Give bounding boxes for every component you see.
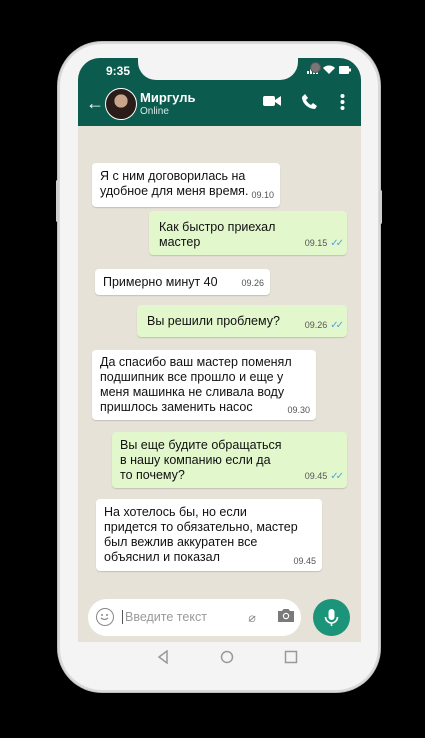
nav-recents-icon[interactable]: [284, 650, 298, 664]
phone-screen: 9:35 ← Миргуль Online Я с ним договорила…: [78, 58, 361, 674]
avatar[interactable]: [105, 88, 137, 120]
more-icon[interactable]: [340, 94, 345, 110]
message-meta: 09.15 ✓✓: [304, 236, 344, 251]
message-time: 09.30: [287, 405, 310, 415]
message-meta: 09.26: [241, 276, 264, 291]
message-outgoing[interactable]: Вы еще будите обращаться в нашу компанию…: [112, 432, 347, 488]
front-camera: [310, 62, 321, 73]
message-time: 09.10: [251, 190, 274, 200]
message-incoming[interactable]: Примерно минут 40 09.26: [95, 269, 270, 295]
status-time: 9:35: [106, 64, 131, 78]
back-arrow-icon[interactable]: ←: [86, 93, 104, 114]
message-text: Как быстро приехал мастер: [159, 220, 276, 249]
camera-icon[interactable]: [277, 608, 295, 622]
contact-status: Online: [140, 106, 169, 117]
attach-icon[interactable]: ⦵: [241, 607, 262, 628]
message-incoming[interactable]: Да спасибо ваш мастер поменял подшипник …: [92, 350, 316, 420]
volume-button: [56, 180, 59, 222]
message-text: На хотелось бы, но если придется то обяз…: [104, 505, 298, 564]
message-meta: 09.30: [287, 403, 310, 418]
message-time: 09.45: [293, 556, 316, 566]
message-text: Да спасибо ваш мастер поменял подшипник …: [100, 355, 292, 414]
message-meta: 09.26 ✓✓: [304, 318, 344, 333]
message-meta: 09.45: [293, 554, 316, 569]
power-button: [379, 190, 382, 224]
mic-button[interactable]: [313, 599, 350, 636]
message-meta: 09.45 ✓✓: [304, 469, 344, 484]
wifi-icon: [323, 65, 335, 74]
notch: [138, 58, 321, 80]
message-meta: 09.10: [251, 188, 274, 203]
contact-name[interactable]: Миргуль: [140, 90, 196, 105]
message-input[interactable]: Введите текст: [122, 610, 207, 624]
message-time: 09.26: [304, 320, 328, 330]
message-outgoing[interactable]: Вы решили проблему? 09.26 ✓✓: [137, 305, 347, 337]
emoji-icon[interactable]: [96, 608, 114, 626]
battery-icon: [339, 65, 351, 74]
message-incoming[interactable]: На хотелось бы, но если придется то обяз…: [96, 499, 322, 571]
message-time: 09.15: [304, 238, 328, 248]
message-incoming[interactable]: Я с ним договорилась на удобное для меня…: [92, 163, 280, 207]
message-time: 09.26: [241, 278, 264, 288]
read-ticks-icon: ✓✓: [330, 320, 344, 331]
chat-header: ← Миргуль Online: [78, 82, 361, 126]
nav-back-icon[interactable]: [156, 650, 170, 664]
nav-home-icon[interactable]: [220, 650, 234, 664]
message-outgoing[interactable]: Как быстро приехал мастер 09.15 ✓✓: [149, 211, 347, 255]
video-call-icon[interactable]: [263, 94, 281, 108]
chat-area: Я с ним договорилась на удобное для меня…: [78, 126, 361, 596]
message-time: 09.45: [304, 471, 328, 481]
message-composer[interactable]: Введите текст ⦵: [88, 599, 301, 636]
mic-icon: [324, 609, 339, 626]
phone-icon[interactable]: [302, 94, 317, 110]
read-ticks-icon: ✓✓: [330, 471, 344, 482]
read-ticks-icon: ✓✓: [330, 238, 344, 249]
system-nav-bar: [78, 642, 361, 674]
